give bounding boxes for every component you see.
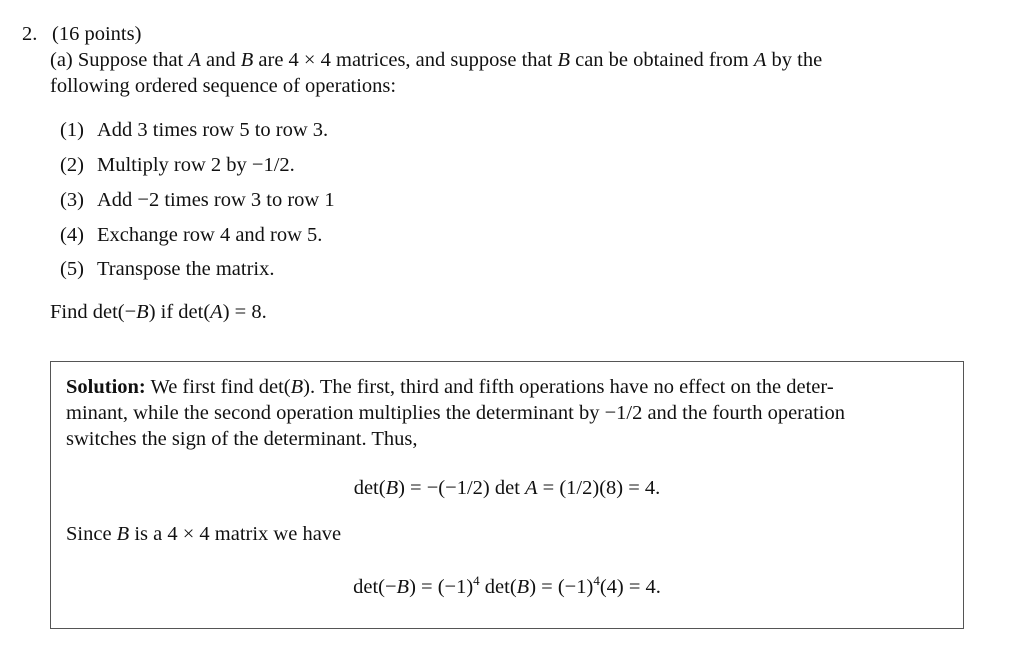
operation-text: Add 3 times row 5 to row 3. [97, 119, 329, 141]
operation-item: (3) Add −2 times row 3 to row 1 [60, 187, 335, 213]
var-b: B [396, 576, 410, 598]
eq-text: det(− [353, 576, 397, 598]
eq-text: (4) = 4. [599, 576, 661, 598]
solution-since-line: Since B is a 4 × 4 matrix we have [66, 521, 341, 547]
find-text: Find det(− [50, 301, 137, 323]
question-intro-line-2: following ordered sequence of operations… [50, 75, 397, 97]
operation-label: (3) [60, 189, 84, 211]
var-a: A [753, 49, 767, 71]
find-text: ) = 8. [222, 301, 267, 323]
operation-label: (5) [60, 258, 84, 280]
operation-text: Exchange row 4 and row 5. [97, 224, 323, 246]
var-a: A [188, 49, 201, 71]
find-statement: Find det(−B) if det(A) = 8. [50, 299, 267, 325]
var-b: B [557, 49, 570, 71]
document-page: 2. (16 points) (a) Suppose that A and B … [0, 0, 1024, 654]
operation-item: (4) Exchange row 4 and row 5. [60, 222, 322, 248]
solution-text: ). The first, third and fifth operations… [303, 376, 834, 398]
eq-text: ) = −(−1/2) det [398, 477, 526, 499]
solution-text: is a 4 × 4 matrix we have [129, 523, 342, 545]
var-a: A [210, 301, 223, 323]
find-text: ) if det( [148, 301, 211, 323]
operation-label: (2) [60, 154, 84, 176]
var-b: B [516, 576, 530, 598]
equation-det-b: det(B) = −(−1/2) det A = (1/2)(8) = 4. [50, 475, 964, 501]
solution-line-1: Solution: We first find det(B). The firs… [66, 374, 834, 400]
solution-heading: Solution: [66, 376, 146, 398]
intro-text: and [200, 49, 241, 71]
var-b: B [290, 376, 304, 398]
operation-label: (1) [60, 119, 84, 141]
eq-text: = (1/2)(8) = 4. [537, 477, 661, 499]
intro-text: by the [766, 49, 823, 71]
question-intro-line-1: (a) Suppose that A and B are 4 × 4 matri… [50, 47, 822, 73]
var-a: A [525, 477, 538, 499]
var-b: B [136, 301, 149, 323]
question-points: (16 points) [52, 23, 142, 45]
operation-item: (5) Transpose the matrix. [60, 256, 274, 282]
intro-text: can be obtained from [569, 49, 754, 71]
var-b: B [116, 523, 130, 545]
intro-text: are 4 × 4 matrices, and suppose that [253, 49, 558, 71]
part-label: (a) [50, 49, 73, 71]
eq-text: det( [479, 576, 517, 598]
eq-text: ) = (−1) [409, 576, 474, 598]
solution-line-3: switches the sign of the determinant. Th… [66, 428, 418, 450]
eq-text: ) = (−1) [529, 576, 594, 598]
operation-text: Multiply row 2 by −1/2. [97, 154, 295, 176]
solution-text: Since [66, 523, 117, 545]
var-b: B [240, 49, 254, 71]
var-b: B [385, 477, 399, 499]
operation-item: (1) Add 3 times row 5 to row 3. [60, 117, 328, 143]
solution-text: We first find det( [145, 376, 291, 398]
operation-text: Add −2 times row 3 to row 1 [97, 189, 335, 211]
question-number: 2. [22, 23, 38, 45]
intro-text: Suppose that [77, 49, 189, 71]
operation-label: (4) [60, 224, 84, 246]
equation-det-neg-b: det(−B) = (−1)4 det(B) = (−1)4(4) = 4. [50, 568, 964, 600]
operation-text: Transpose the matrix. [97, 258, 275, 280]
eq-text: det( [353, 477, 386, 499]
operation-item: (2) Multiply row 2 by −1/2. [60, 152, 295, 178]
solution-line-2: minant, while the second operation multi… [66, 402, 845, 424]
